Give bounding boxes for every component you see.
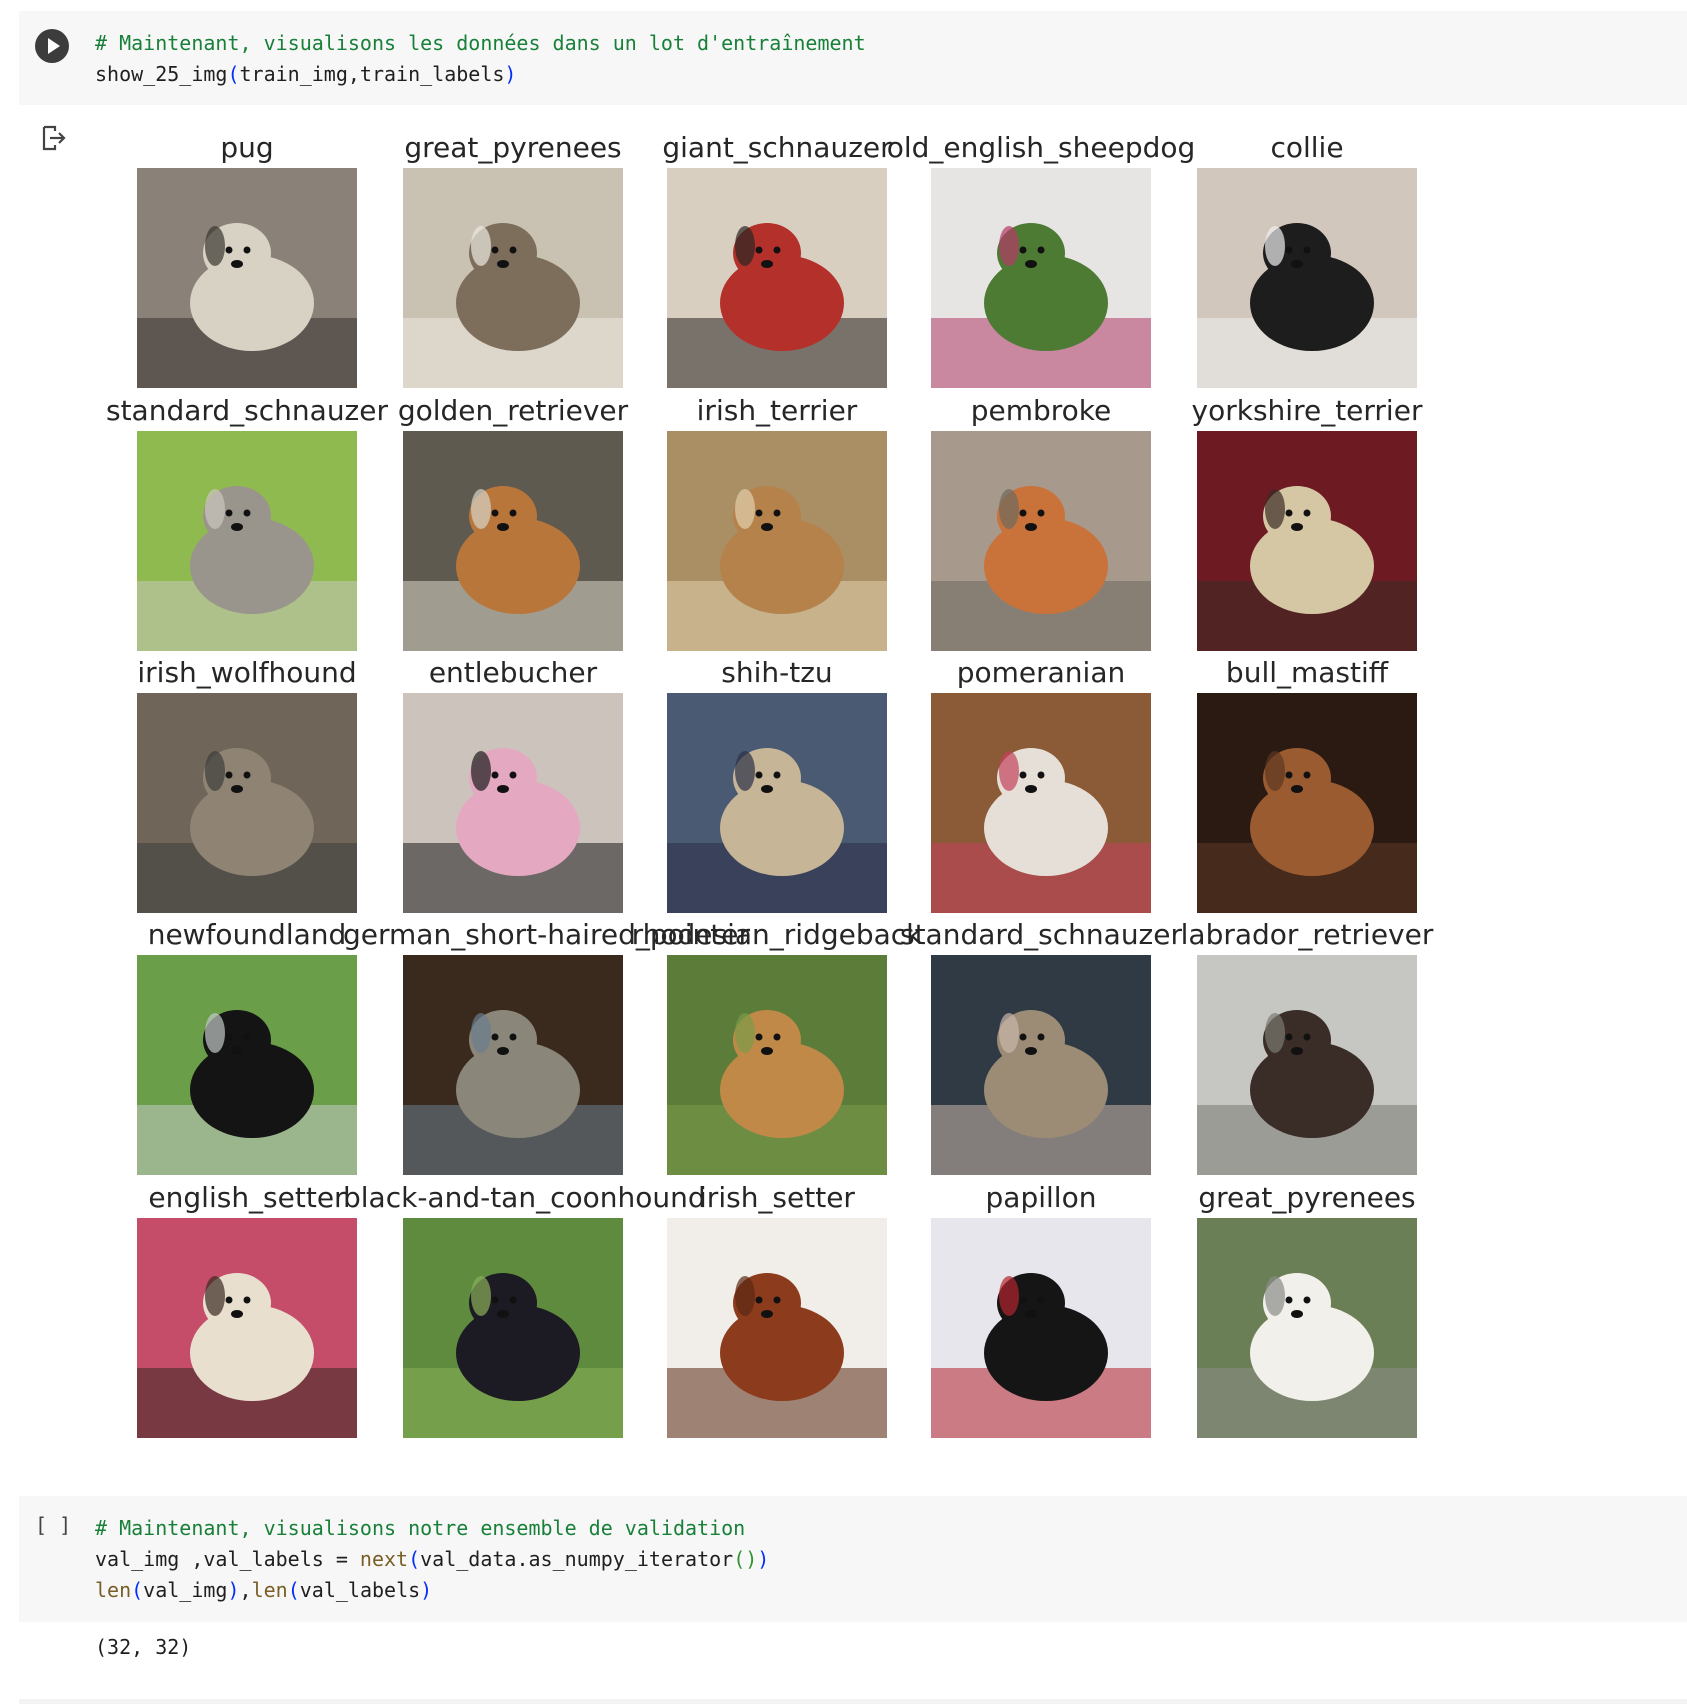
dog-photo	[1197, 431, 1417, 651]
dog-photo	[931, 693, 1151, 913]
dog-photo	[1197, 693, 1417, 913]
code-comment: # Maintenant, visualisons notre ensemble…	[95, 1516, 746, 1540]
code-cell-train[interactable]: # Maintenant, visualisons les données da…	[19, 11, 1687, 105]
dog-photo	[667, 955, 887, 1175]
dog-photo	[403, 955, 623, 1175]
code-iterator-call: val_data.as_numpy_iterator	[420, 1547, 734, 1571]
dog-photo	[137, 955, 357, 1175]
code-function-next: next	[359, 1547, 409, 1571]
code-arg: val_labels	[299, 1578, 421, 1602]
dog-photo	[667, 1218, 887, 1438]
dog-photo	[931, 431, 1151, 651]
code-arguments: train_img,train_labels	[239, 62, 505, 86]
run-cell-button[interactable]	[35, 29, 69, 63]
breed-label: labrador_retriever	[1180, 918, 1434, 951]
cell-output: (32, 32)	[95, 1635, 192, 1659]
dog-photo	[137, 168, 357, 388]
breed-label: great_pyrenees	[1198, 1181, 1416, 1214]
dog-photo	[931, 955, 1151, 1175]
dog-photo	[403, 1218, 623, 1438]
code-comment: # Maintenant, visualisons les données da…	[95, 31, 866, 55]
code-arg: val_img	[143, 1578, 228, 1602]
dog-photo	[403, 168, 623, 388]
code-editor-train[interactable]: # Maintenant, visualisons les données da…	[95, 28, 866, 90]
dog-photo	[137, 431, 357, 651]
dog-photo	[1197, 955, 1417, 1175]
output-redirect-icon[interactable]	[40, 124, 68, 152]
code-function-len: len	[251, 1578, 288, 1602]
code-assign: val_img ,val_labels =	[95, 1547, 360, 1571]
dog-photo	[667, 431, 887, 651]
next-cell-edge	[19, 1699, 1687, 1704]
dog-photo	[667, 168, 887, 388]
dog-photo	[403, 693, 623, 913]
breed-label: yorkshire_terrier	[1191, 394, 1423, 427]
dog-photo	[1197, 1218, 1417, 1438]
cell-execution-count[interactable]: [ ]	[35, 1513, 71, 1537]
breed-label: bull_mastiff	[1225, 656, 1389, 689]
breed-label: collie	[1270, 131, 1344, 164]
dog-photo	[403, 431, 623, 651]
code-editor-validation[interactable]: # Maintenant, visualisons notre ensemble…	[95, 1513, 769, 1606]
dog-photo	[137, 1218, 357, 1438]
code-function-len: len	[95, 1578, 132, 1602]
dog-photo	[137, 693, 357, 913]
dog-photo	[931, 1218, 1151, 1438]
dog-photo	[1197, 168, 1417, 388]
dog-photo	[931, 168, 1151, 388]
code-function-name: show_25_img	[95, 62, 228, 86]
code-cell-validation[interactable]: [ ] # Maintenant, visualisons notre ense…	[19, 1496, 1687, 1622]
dog-photo	[667, 693, 887, 913]
